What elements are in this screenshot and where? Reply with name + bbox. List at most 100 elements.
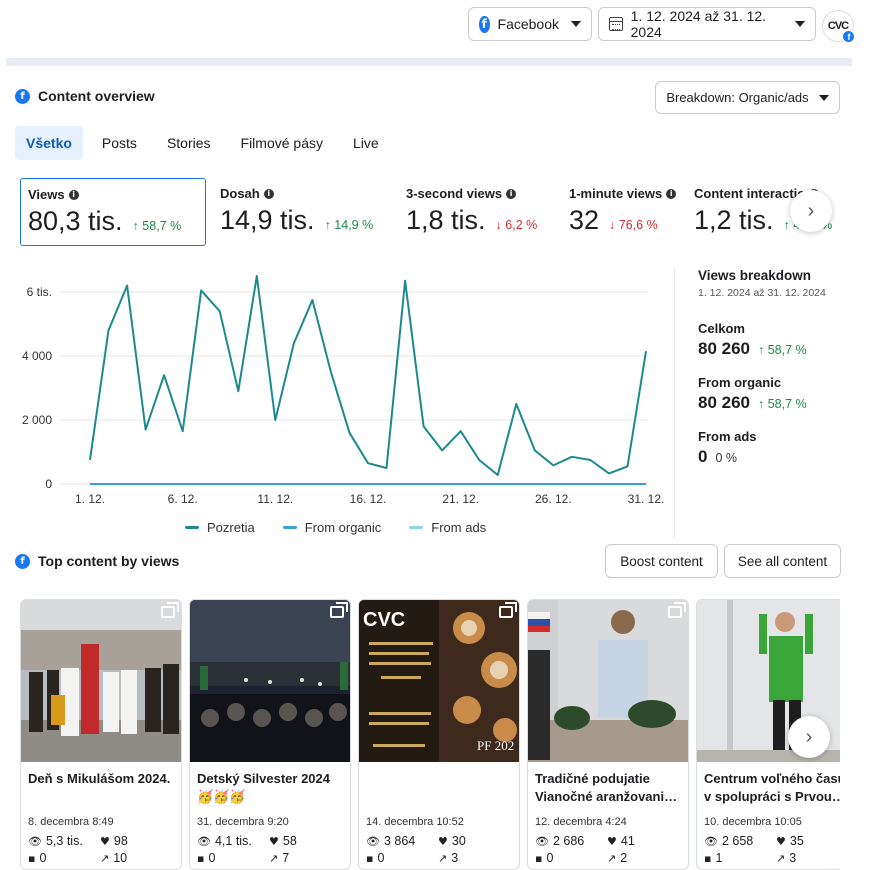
heart-icon: ♥ <box>607 834 617 848</box>
cards-next-button[interactable]: › <box>788 716 830 758</box>
facebook-icon: f <box>15 88 30 104</box>
content-card[interactable]: Tradičné podujatie Vianočné aranžovani… … <box>527 599 689 870</box>
post-views: 5,3 tis. <box>45 834 83 848</box>
thumbnail-image <box>190 600 350 762</box>
legend-swatch <box>409 526 424 529</box>
poster-pf-text: PF 202 <box>477 738 514 753</box>
date-range-picker[interactable]: 1. 12. 2024 až 31. 12. 2024 <box>598 7 816 41</box>
content-card[interactable]: CVC PF 202 14. decembra 10:52 👁 3 864 ♥ 30… <box>358 599 520 870</box>
platform-selector[interactable]: f Facebook <box>468 7 592 41</box>
post-stats: 👁 2 686 ♥ 41 ▪ 0 ↗ 2 <box>528 828 688 865</box>
share-icon: ↗ <box>100 851 110 865</box>
tab-posts[interactable]: Posts <box>91 126 148 160</box>
thumbnail-image <box>21 600 181 762</box>
top-content-cards: Deň s Mikulášom 2024. 8. decembra 8:49 👁… <box>20 599 840 870</box>
x-tick-label: 11. 12. <box>257 492 293 506</box>
post-thumbnail[interactable] <box>190 600 350 762</box>
boost-content-button[interactable]: Boost content <box>605 544 718 578</box>
post-shares: 2 <box>620 851 628 865</box>
views-eye-icon: 👁 <box>535 834 549 848</box>
see-all-content-button[interactable]: See all content <box>724 544 841 578</box>
views-eye-icon: 👁 <box>366 834 380 848</box>
multiple-media-icon <box>668 602 686 618</box>
legend-item-from-organic[interactable]: From organic <box>282 520 382 535</box>
legend-item-pozretia[interactable]: Pozretia <box>185 520 255 535</box>
metric-label: 3-second views <box>406 186 503 201</box>
post-stats: 👁 5,3 tis. ♥ 98 ▪ 0 ↗ 10 <box>21 828 181 865</box>
info-icon[interactable]: i <box>263 188 274 199</box>
share-icon: ↗ <box>776 851 786 865</box>
metric-1-minute-views[interactable]: 1-minute views i 32 ↓ 76,6 % <box>562 178 687 246</box>
views-eye-icon: 👁 <box>197 834 211 848</box>
post-shares: 3 <box>789 851 797 865</box>
breakdown-total-delta: ↑ 58,7 % <box>758 343 807 357</box>
post-shares: 10 <box>113 851 128 865</box>
legend-swatch <box>185 526 199 529</box>
breakdown-dropdown[interactable]: Breakdown: Organic/ads <box>655 81 840 114</box>
metric-views[interactable]: Views i 80,3 tis. ↑ 58,7 % <box>20 178 206 246</box>
multiple-media-icon <box>330 602 348 618</box>
post-views: 3 864 <box>383 834 416 848</box>
comment-icon: ▪ <box>28 851 36 865</box>
post-title: Detský Silvester 2024 🥳🥳🥳 <box>197 771 330 804</box>
breakdown-title: Views breakdown <box>698 268 812 283</box>
info-icon[interactable]: i <box>666 188 677 199</box>
legend-label: From ads <box>431 520 487 535</box>
vertical-divider <box>674 268 675 538</box>
post-comments: 0 <box>39 851 47 865</box>
y-tick-label: 2 000 <box>22 413 52 427</box>
breakdown-organic-delta: ↑ 58,7 % <box>758 397 807 411</box>
post-thumbnail[interactable]: CVC PF 202 <box>359 600 519 762</box>
metric-label: 1-minute views <box>569 186 663 201</box>
post-title: Deň s Mikulášom 2024. <box>28 771 171 786</box>
metric-3-second-views[interactable]: 3-second views i 1,8 tis. ↓ 6,2 % <box>399 178 559 246</box>
facebook-icon: f <box>479 15 490 33</box>
metric-value: 1,8 tis. <box>406 205 486 235</box>
multiple-media-icon <box>499 602 517 618</box>
tab-filmove-pasy[interactable]: Filmové pásy <box>230 126 334 160</box>
post-date: 10. decembra 10:05 <box>704 816 802 828</box>
share-icon: ↗ <box>438 851 448 865</box>
thumbnail-image <box>528 600 688 762</box>
content-card[interactable]: Deň s Mikulášom 2024. 8. decembra 8:49 👁… <box>20 599 182 870</box>
post-thumbnail[interactable] <box>21 600 181 762</box>
metric-delta: ↓ 6,2 % <box>495 218 538 232</box>
share-icon: ↗ <box>269 851 279 865</box>
top-content-header: f Top content by views <box>15 553 179 569</box>
legend-label: From organic <box>304 520 382 535</box>
x-tick-label: 1. 12. <box>75 492 105 506</box>
post-comments: 0 <box>546 851 554 865</box>
views-line-chart: 0 2 000 4 000 6 tis. 1. 12. 6. 12. 11. 12. 16. … <box>22 275 664 506</box>
heart-icon: ♥ <box>100 834 110 848</box>
tab-live[interactable]: Live <box>342 126 390 160</box>
chevron-right-icon: › <box>807 199 815 222</box>
y-tick-label: 4 000 <box>22 349 52 363</box>
chevron-down-icon <box>818 94 829 101</box>
legend-label: Pozretia <box>207 520 255 535</box>
info-icon[interactable]: i <box>506 188 517 199</box>
post-shares: 7 <box>282 851 290 865</box>
share-icon: ↗ <box>607 851 617 865</box>
poster-logo-text: CVC <box>363 609 405 631</box>
metrics-next-button[interactable]: › <box>790 190 832 232</box>
chevron-down-icon <box>795 21 805 27</box>
tab-vsetko[interactable]: Všetko <box>15 126 83 160</box>
metric-label: Content interactio <box>694 186 806 201</box>
legend-item-from-ads[interactable]: From ads <box>409 520 486 535</box>
breakdown-organic-value: 80 260 <box>698 393 750 412</box>
top-content-title: Top content by views <box>38 553 180 569</box>
comment-icon: ▪ <box>197 851 205 865</box>
breakdown-organic-label: From organic <box>698 375 782 390</box>
tab-stories[interactable]: Stories <box>156 126 222 160</box>
metric-value: 80,3 tis. <box>28 206 123 236</box>
metric-value: 1,2 tis. <box>694 205 774 235</box>
metric-dosah[interactable]: Dosah i 14,9 tis. ↑ 14,9 % <box>213 178 393 246</box>
post-thumbnail[interactable] <box>528 600 688 762</box>
info-icon[interactable]: i <box>68 189 79 200</box>
post-views: 2 658 <box>721 834 754 848</box>
avatar[interactable]: CVC f <box>822 10 855 43</box>
post-title <box>359 762 519 810</box>
content-card[interactable]: Detský Silvester 2024 🥳🥳🥳 31. decembra 9… <box>189 599 351 870</box>
chevron-right-icon: › <box>805 725 813 748</box>
metric-delta: ↑ 14,9 % <box>324 218 374 232</box>
